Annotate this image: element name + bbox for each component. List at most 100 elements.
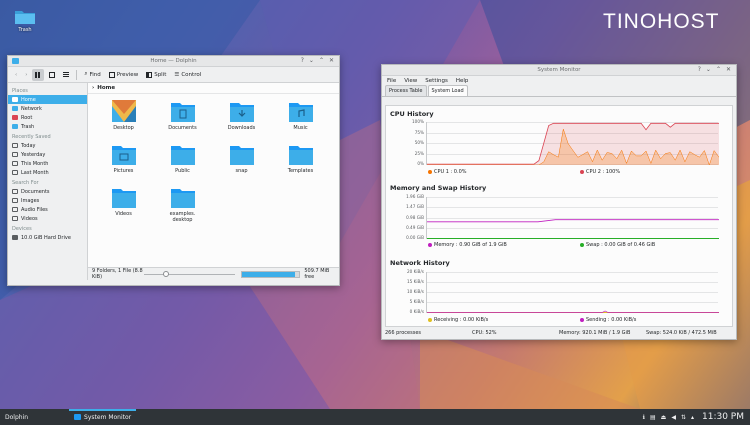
breadcrumb-home[interactable]: Home [97, 85, 115, 91]
forward-button[interactable]: › [22, 69, 30, 81]
calendar-icon [12, 143, 18, 148]
maximize-icon[interactable]: ⌃ [716, 67, 721, 73]
cpu-y-tick: 25% [414, 150, 424, 156]
menu-file[interactable]: File [387, 78, 396, 84]
preview-button[interactable]: Preview [106, 69, 141, 81]
file-item[interactable]: Templates [271, 143, 330, 181]
sidebar-item-images[interactable]: Images [8, 196, 87, 205]
clipboard-icon[interactable]: ▤ [650, 414, 656, 421]
sidebar-item-this-month[interactable]: This Month [8, 159, 87, 168]
file-item[interactable]: Public [153, 143, 212, 181]
control-label: Control [181, 71, 202, 78]
task-dolphin[interactable]: Dolphin [0, 409, 33, 425]
trash-icon [12, 124, 18, 129]
icons-view-button[interactable] [32, 68, 45, 81]
file-name: Downloads [227, 125, 256, 131]
file-item[interactable]: Videos [94, 186, 153, 224]
free-space-bar [241, 270, 301, 278]
task-dolphin-label: Dolphin [5, 413, 29, 421]
sidebar-item-label: Today [21, 142, 36, 149]
menu-help[interactable]: Help [456, 78, 469, 84]
memory-line [427, 219, 719, 223]
sidebar-item-documents[interactable]: Documents [8, 187, 87, 196]
minimize-icon[interactable]: ⌄ [309, 58, 314, 64]
taskbar: Dolphin System Monitor ℹ ▤ ⏏ ◀ ⇅ ▴ 11:30… [0, 409, 750, 425]
split-button[interactable]: Split [143, 69, 169, 81]
network-y-tick: 0 KiB/s [409, 309, 424, 314]
sidebar-item-videos[interactable]: Videos [8, 214, 87, 223]
sidebar-item-label: Network [21, 105, 42, 112]
file-item[interactable]: Music [271, 100, 330, 138]
dolphin-titlebar[interactable]: Home — Dolphin ? ⌄ ⌃ ✕ [8, 56, 339, 67]
cpu-y-tick: 0% [417, 161, 424, 166]
network-y-tick: 20 KiB/s [406, 269, 424, 274]
compact-view-button[interactable] [46, 69, 58, 81]
folder-summary: 9 Folders, 1 File (8.8 KiB) [92, 268, 143, 280]
compact-view-icon [49, 71, 56, 78]
sidebar-item-yesterday[interactable]: Yesterday [8, 150, 87, 159]
find-button[interactable]: ⌕ Find [81, 69, 103, 81]
sidebar-item-today[interactable]: Today [8, 141, 87, 150]
sending-dot [580, 318, 584, 322]
sidebar-item-trash[interactable]: Trash [8, 122, 87, 131]
details-view-button[interactable] [60, 69, 72, 81]
memory-y-tick: 0.98 GiB [406, 214, 424, 220]
desktop-folder-icon [111, 100, 136, 122]
volume-icon[interactable]: ◀ [671, 414, 676, 421]
file-item[interactable]: Pictures [94, 143, 153, 181]
sidebar-item-audio[interactable]: Audio Files [8, 205, 87, 214]
tray-expand-icon[interactable]: ▴ [691, 414, 694, 421]
desktop-trash[interactable]: Trash [11, 8, 39, 33]
icons-view-icon [35, 71, 42, 78]
menu-view[interactable]: View [404, 78, 417, 84]
menu-settings[interactable]: Settings [425, 78, 448, 84]
sidebar-item-hard-drive[interactable]: 10.0 GiB Hard Drive [8, 233, 87, 242]
free-space-fill [242, 271, 295, 277]
clock[interactable]: 11:30 PM [702, 412, 744, 422]
breadcrumb[interactable]: › Home [88, 83, 339, 94]
file-item[interactable]: Desktop [94, 100, 153, 138]
zoom-slider-handle[interactable] [162, 271, 169, 277]
tab-system-load[interactable]: System Load [427, 85, 468, 96]
back-arrow-icon: ‹ [15, 71, 18, 78]
control-button[interactable]: ☰ Control [171, 69, 204, 81]
file-item[interactable]: Downloads [212, 100, 271, 138]
help-icon[interactable]: ? [301, 58, 304, 64]
task-system-monitor[interactable]: System Monitor [69, 409, 137, 425]
file-name: Videos [115, 211, 132, 217]
tab-process-table[interactable]: Process Table [385, 85, 427, 96]
sidebar-item-home[interactable]: Home [8, 95, 87, 104]
sidebar-item-root[interactable]: Root [8, 113, 87, 122]
close-icon[interactable]: ✕ [726, 67, 731, 73]
sidebar-item-label: Trash [21, 123, 35, 130]
dolphin-app-icon [12, 58, 19, 64]
network-tray-icon[interactable]: ⇅ [681, 414, 686, 421]
help-icon[interactable]: ? [698, 67, 701, 73]
sidebar-item-last-month[interactable]: Last Month [8, 168, 87, 177]
cpu-chart-svg [427, 122, 719, 165]
cpu-plot: 100% 75% 50% 25% 0% [412, 119, 719, 166]
file-item[interactable]: Documents [153, 100, 212, 138]
maximize-icon[interactable]: ⌃ [319, 58, 324, 64]
document-icon [12, 189, 18, 194]
cpu2-dot [580, 170, 584, 174]
sysmon-titlebar[interactable]: System Monitor ? ⌄ ⌃ ✕ [382, 65, 736, 76]
trash-label: Trash [18, 27, 32, 33]
devices-icon[interactable]: ⏏ [661, 414, 667, 421]
sysmon-status-bar: 266 processes CPU: 52% Memory: 920.1 MiB… [385, 328, 733, 338]
file-item[interactable]: examples. desktop [153, 186, 212, 224]
file-item[interactable]: snap [212, 143, 271, 181]
devices-header: Devices [12, 226, 32, 232]
task-system-monitor-label: System Monitor [84, 413, 132, 421]
notifications-icon[interactable]: ℹ [643, 414, 645, 421]
file-name: Desktop [113, 125, 134, 131]
sidebar-item-network[interactable]: Network [8, 104, 87, 113]
back-button[interactable]: ‹ [12, 69, 20, 81]
trash-icon [14, 8, 36, 25]
templates-folder-icon [288, 143, 313, 165]
close-icon[interactable]: ✕ [329, 58, 334, 64]
minimize-icon[interactable]: ⌄ [706, 67, 711, 73]
sidebar-item-label: Images [21, 197, 40, 204]
zoom-slider[interactable] [144, 271, 236, 277]
home-icon [12, 97, 18, 102]
